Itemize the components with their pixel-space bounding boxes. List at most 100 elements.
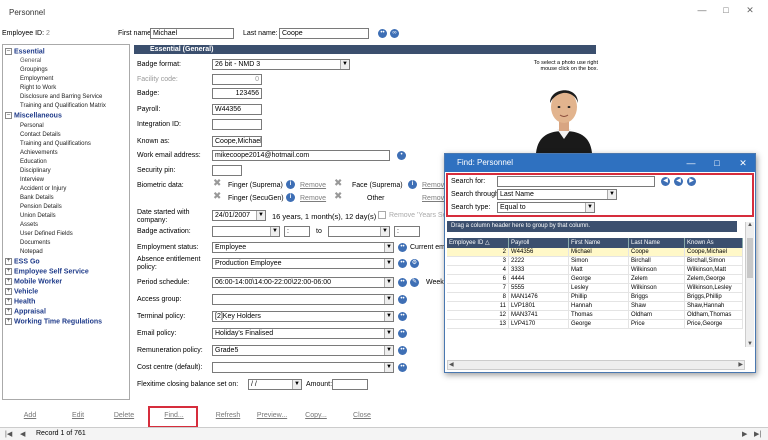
group-by-area[interactable]: Drag a column header here to group by th… xyxy=(447,221,737,232)
tree-item-general[interactable]: General xyxy=(20,58,41,64)
table-row[interactable]: 2 W44356 Michael Coope Coope,Michael xyxy=(447,248,743,257)
close-icon[interactable]: ✕ xyxy=(735,154,751,172)
info-icon[interactable]: i xyxy=(286,193,295,202)
more-options-icon[interactable]: •• xyxy=(398,363,407,372)
tree-item-education[interactable]: Education xyxy=(20,159,47,165)
more-options-icon[interactable]: •• xyxy=(398,312,407,321)
absence-entitlement-select[interactable]: Production Employee ▼ xyxy=(212,258,394,269)
tree-item-employment[interactable]: Employment xyxy=(20,76,53,82)
tree-group-working-time[interactable]: + Working Time Regulations xyxy=(5,318,102,325)
table-row[interactable]: 13 LVP4170 George Price Price,George xyxy=(447,320,743,329)
badge-format-select[interactable]: 26 bit - NMD 3 ▼ xyxy=(212,59,350,70)
preview-button[interactable]: Preview... xyxy=(252,410,292,422)
scroll-down-icon[interactable]: ▼ xyxy=(747,341,753,347)
tree-item-bank-details[interactable]: Bank Details xyxy=(20,195,54,201)
info-icon[interactable]: i xyxy=(408,180,417,189)
last-record-icon[interactable]: ▶| xyxy=(754,430,761,438)
table-row[interactable]: 12 MAN3741 Thomas Oldham Oldham,Thomas xyxy=(447,311,743,320)
tree-item-disciplinary[interactable]: Disciplinary xyxy=(20,168,51,174)
remove-years-checkbox[interactable] xyxy=(378,211,386,219)
maximize-icon[interactable]: □ xyxy=(718,5,734,19)
table-row[interactable]: 11 LVP1801 Hannah Shaw Shaw,Hannah xyxy=(447,302,743,311)
previous-icon[interactable]: ◀ xyxy=(674,177,683,186)
more-options-icon[interactable]: •• xyxy=(398,259,407,268)
maximize-icon[interactable]: □ xyxy=(709,154,725,172)
tree-item-interview[interactable]: Interview xyxy=(20,177,44,183)
tree-group-ess-go[interactable]: + ESS Go xyxy=(5,258,40,265)
next-icon[interactable]: ▶ xyxy=(687,177,696,186)
close-button[interactable]: Close xyxy=(342,410,382,422)
tree-item-achievements[interactable]: Achievements xyxy=(20,150,58,156)
email-policy-select[interactable]: Holiday's Finalised ▼ xyxy=(212,328,394,339)
tree-item-accident[interactable]: Accident or Injury xyxy=(20,186,66,192)
tree-item-documents[interactable]: Documents xyxy=(20,240,50,246)
tree-group-mobile-worker[interactable]: + Mobile Worker xyxy=(5,278,62,285)
more-options-icon[interactable]: •• xyxy=(398,329,407,338)
edit-button[interactable]: Edit xyxy=(58,410,98,422)
tree-group-appraisal[interactable]: + Appraisal xyxy=(5,308,46,315)
link-icon[interactable]: ∞ xyxy=(390,29,399,38)
next-record-icon[interactable]: ▶ xyxy=(742,430,747,438)
badge-field[interactable]: 123456 xyxy=(212,88,262,99)
table-row[interactable]: 7 5555 Lesley Wilkinson Wilkinson,Lesley xyxy=(447,284,743,293)
tree-item-disclosure[interactable]: Disclosure and Barring Service xyxy=(20,94,102,100)
payroll-field[interactable]: W44356 xyxy=(212,104,262,115)
more-options-icon[interactable]: •• xyxy=(398,278,407,287)
terminal-policy-select[interactable]: [2]Key Holders ▼ xyxy=(212,311,394,322)
tree-group-health[interactable]: + Health xyxy=(5,298,35,305)
badge-activation-to-time[interactable]: : xyxy=(394,226,420,237)
minimize-icon[interactable]: — xyxy=(694,5,710,19)
known-as-field[interactable]: Coope,Michael xyxy=(212,136,262,147)
integration-id-field[interactable] xyxy=(212,119,262,130)
remuneration-select[interactable]: Grade5 ▼ xyxy=(212,345,394,356)
more-options-icon[interactable]: •• xyxy=(378,29,387,38)
horizontal-scrollbar[interactable]: ◀ ▶ xyxy=(447,360,745,370)
finger-suprema-remove-link[interactable]: Remove xyxy=(300,182,326,189)
date-started-field[interactable]: 24/01/2007 ▼ xyxy=(212,210,266,221)
tree-item-user-defined-fields[interactable]: User Defined Fields xyxy=(20,231,73,237)
employee-photo[interactable] xyxy=(532,75,596,153)
column-header-last-name[interactable]: Last Name xyxy=(629,238,685,248)
tree-item-right-to-work[interactable]: Right to Work xyxy=(20,85,56,91)
finger-secugen-remove-link[interactable]: Remove xyxy=(300,195,326,202)
security-pin-field[interactable] xyxy=(212,165,242,176)
column-header-employee-id[interactable]: Employee ID △ xyxy=(447,238,509,248)
tree-group-employee-self-service[interactable]: + Employee Self Service xyxy=(5,268,89,275)
column-header-known-as[interactable]: Known As xyxy=(685,238,743,248)
tree-item-notepad[interactable]: Notepad xyxy=(20,249,43,255)
tree-item-assets[interactable]: Assets xyxy=(20,222,38,228)
edit-icon[interactable]: ✎ xyxy=(410,278,419,287)
access-group-select[interactable]: ▼ xyxy=(212,294,394,305)
tree-item-union-details[interactable]: Union Details xyxy=(20,213,56,219)
cost-centre-select[interactable]: ▼ xyxy=(212,362,394,373)
email-icon[interactable]: • xyxy=(397,151,406,160)
tree-item-pension-details[interactable]: Pension Details xyxy=(20,204,62,210)
facility-code-field[interactable]: 0 xyxy=(212,74,262,85)
scroll-left-icon[interactable]: ◀ xyxy=(449,361,454,368)
settings-icon[interactable]: ⚙ xyxy=(410,259,419,268)
tree-group-miscellaneous[interactable]: – Miscellaneous xyxy=(5,112,62,119)
more-options-icon[interactable]: •• xyxy=(398,346,407,355)
flexitime-date-field[interactable]: / / ▼ xyxy=(248,379,302,390)
first-name-field[interactable]: Michael xyxy=(150,28,234,39)
table-row[interactable]: 3 2222 Simon Birchall Birchall,Simon xyxy=(447,257,743,266)
close-icon[interactable]: ✕ xyxy=(742,5,758,19)
info-icon[interactable]: i xyxy=(286,180,295,189)
column-header-payroll[interactable]: Payroll xyxy=(509,238,569,248)
more-options-icon[interactable]: •• xyxy=(398,243,407,252)
add-button[interactable]: Add xyxy=(10,410,50,422)
badge-activation-to[interactable]: ▼ xyxy=(328,226,390,237)
tree-item-groupings[interactable]: Groupings xyxy=(20,67,48,73)
refresh-button[interactable]: Refresh xyxy=(208,410,248,422)
first-icon[interactable]: ◀ xyxy=(661,177,670,186)
scroll-up-icon[interactable]: ▲ xyxy=(747,222,753,228)
tree-group-vehicle[interactable]: + Vehicle xyxy=(5,288,38,295)
scroll-right-icon[interactable]: ▶ xyxy=(738,361,743,368)
badge-activation-from[interactable]: ▼ xyxy=(212,226,280,237)
table-row[interactable]: 8 MAN1476 Phillip Briggs Briggs,Phillip xyxy=(447,293,743,302)
first-record-icon[interactable]: |◀ xyxy=(5,430,12,438)
more-options-icon[interactable]: •• xyxy=(398,295,407,304)
search-through-select[interactable]: Last Name ▼ xyxy=(497,189,617,200)
previous-record-icon[interactable]: ◀ xyxy=(20,430,25,438)
tree-item-contact-details[interactable]: Contact Details xyxy=(20,132,61,138)
